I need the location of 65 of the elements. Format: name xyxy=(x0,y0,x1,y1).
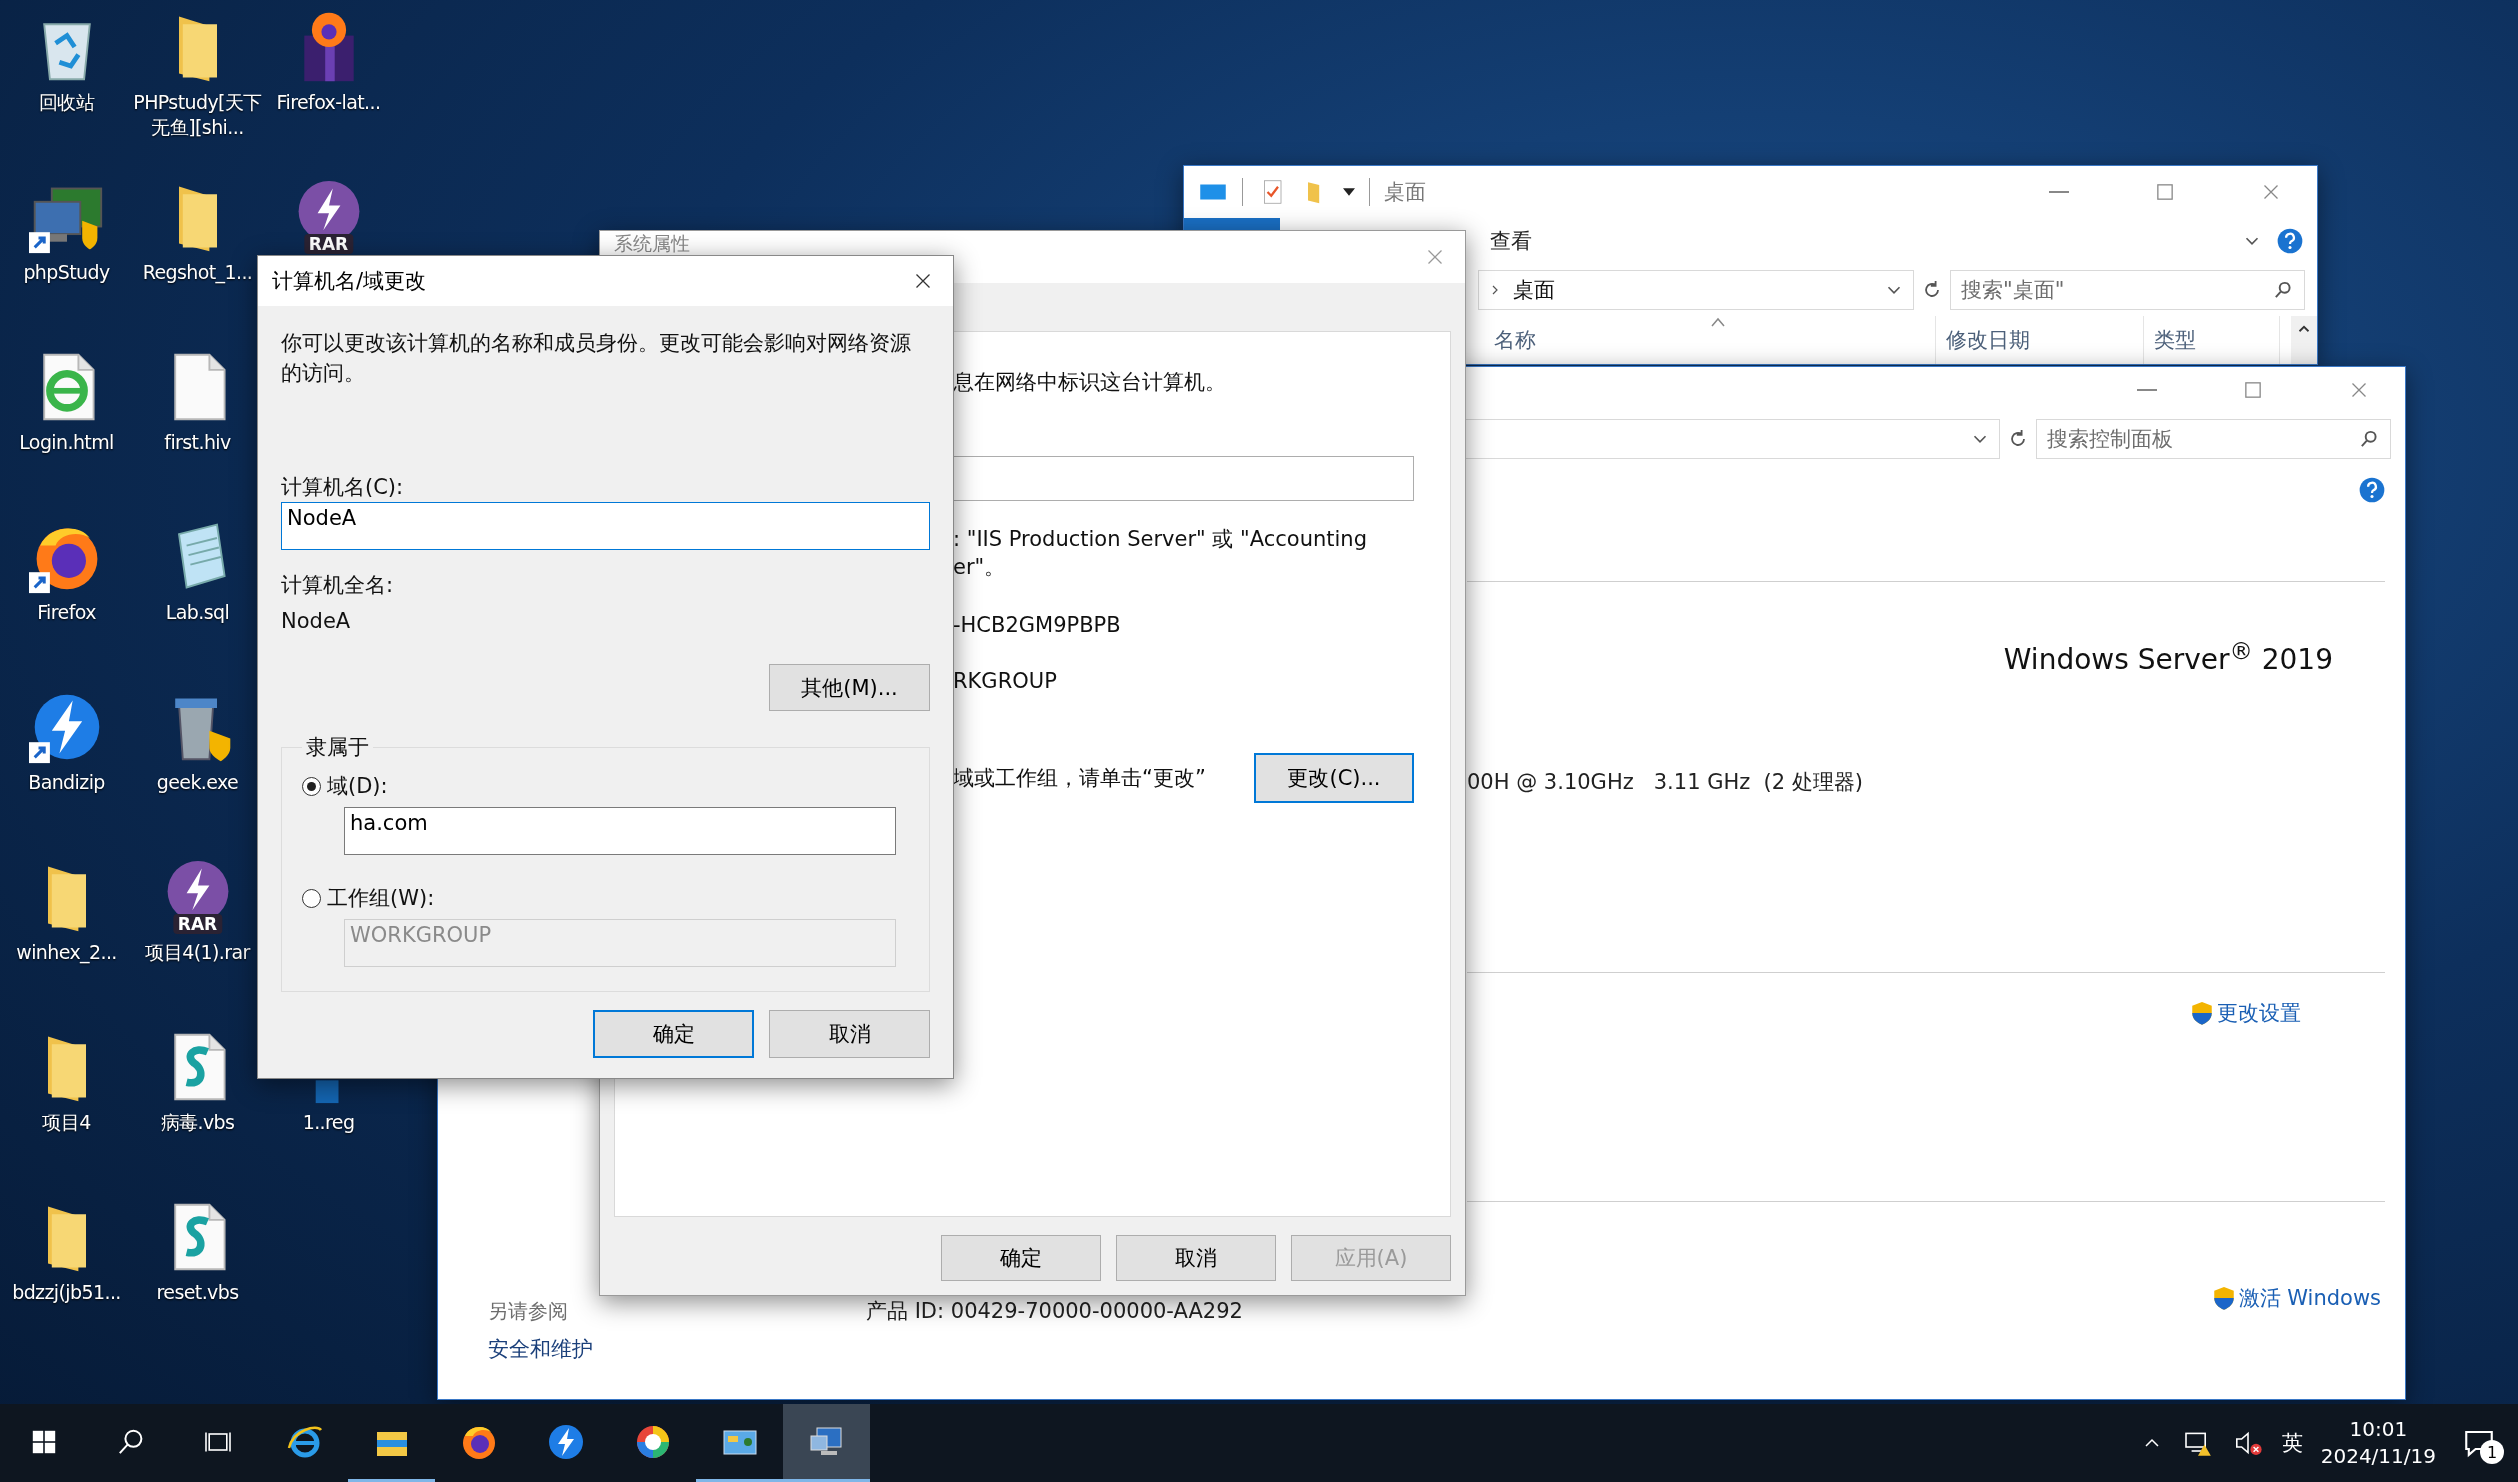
os-edition: Windows Server$^{®}$ 2019 xyxy=(2003,637,2333,677)
clock[interactable]: 10:01 2024/11/19 xyxy=(2320,1416,2436,1470)
group-label: 隶属于 xyxy=(305,734,370,761)
rar-label: RAR xyxy=(303,234,354,254)
activate-windows-link[interactable]: 激活 Windows xyxy=(2210,1284,2381,1312)
clock-time: 10:01 xyxy=(2349,1416,2408,1443)
notification-button[interactable]: 1 xyxy=(2454,1418,2504,1468)
address-bar[interactable]: 桌面 xyxy=(1478,270,1914,310)
field-label: 计算机名(C): xyxy=(281,474,405,501)
desktop-icon-label[interactable]: 病毒.vbs xyxy=(160,1110,235,1135)
input-method-indicator[interactable]: 英 xyxy=(2281,1429,2303,1457)
notification-count: 1 xyxy=(2480,1440,2504,1464)
radio-label[interactable]: 工作组(W): xyxy=(327,883,435,913)
dialog-button[interactable]: 确定 xyxy=(593,1010,754,1058)
computer-name-field[interactable]: NodeA xyxy=(281,502,930,550)
dialog-button[interactable]: 取消 xyxy=(1116,1235,1276,1281)
full-name-value: -HCB2GM9PBPB xyxy=(953,612,1122,639)
description-text: 你可以更改该计算机的名称和成员身份。更改可能会影响对网络资源的访问。 xyxy=(281,330,912,387)
column-header[interactable]: 类型 xyxy=(2144,316,2280,364)
desktop-icon-label[interactable]: reset.vbs xyxy=(156,1280,239,1305)
desktop-icon-label[interactable]: 1..reg xyxy=(302,1110,355,1135)
desktop-icon-label[interactable]: first.hiv xyxy=(164,430,231,455)
address-text: 桌面 xyxy=(1513,277,1555,304)
processor-info: 00H @ 3.10GHz 3.11 GHz (2 处理器) xyxy=(1467,769,1864,797)
search-field[interactable]: 搜索控制面板 xyxy=(2036,419,2391,459)
desktop-icon-label[interactable]: Lab.sql xyxy=(165,600,230,625)
radio-label[interactable]: 域(D): xyxy=(327,771,388,801)
desktop-icon-label[interactable]: Login.html xyxy=(19,430,114,455)
desktop-icon-label[interactable]: 项目4 xyxy=(42,1110,91,1135)
example-text: er"。 xyxy=(953,554,1007,581)
rar-label: RAR xyxy=(172,914,223,934)
desktop-icon-label[interactable]: Firefox xyxy=(37,600,96,625)
column-header[interactable]: 修改日期 xyxy=(1936,316,2144,364)
desktop-icon-label[interactable]: phpStudy xyxy=(23,260,110,285)
full-name-value: NodeA xyxy=(281,608,352,635)
column-header[interactable]: 名称 xyxy=(1484,316,1936,364)
workgroup-value: RKGROUP xyxy=(953,668,1058,695)
dialog-title: 计算机名/域更改 xyxy=(272,268,427,295)
dialog-button[interactable]: 取消 xyxy=(769,1010,930,1058)
desktop-icon-label[interactable]: geek.exe xyxy=(156,770,239,795)
membership-field[interactable]: ha.com xyxy=(344,807,896,855)
search-field[interactable]: 搜索"桌面" xyxy=(1950,270,2305,310)
description-text: 息在网络中标识这台计算机。 xyxy=(953,369,1227,396)
desktop-icon-label[interactable]: bdzzj(jb51... xyxy=(12,1280,121,1305)
ribbon-tab[interactable]: 查看 xyxy=(1470,227,1552,255)
change-hint: 域或工作组，请单击“更改” xyxy=(953,765,1206,792)
desktop-icon-label[interactable]: 回收站 xyxy=(38,90,95,115)
more-button[interactable]: 其他(M)... xyxy=(769,664,930,711)
clock-date: 2024/11/19 xyxy=(2320,1443,2436,1470)
dialog-button[interactable]: 确定 xyxy=(941,1235,1101,1281)
desktop-icon-label[interactable]: 项目4(1).rar xyxy=(145,940,250,965)
desktop-icon-label[interactable]: PHPstudy[天下无鱼][shi... xyxy=(132,90,263,140)
window-title: 桌面 xyxy=(1384,179,1426,206)
product-id: 产品 ID: 00429-70000-00000-AA292 xyxy=(866,1298,1243,1325)
desktop-icon-label[interactable]: Firefox-lat... xyxy=(276,90,381,115)
change-button[interactable]: 更改(C)... xyxy=(1254,753,1414,803)
see-also-link[interactable]: 安全和维护 xyxy=(488,1335,1467,1363)
example-text: : "IIS Production Server" 或 "Accounting xyxy=(953,526,1368,553)
change-settings-link[interactable]: 更改设置 xyxy=(2189,999,2301,1027)
see-also-heading: 另请参阅 xyxy=(488,1297,568,1325)
field-label: 计算机全名: xyxy=(281,572,395,599)
desktop-icon-label[interactable]: Regshot_1... xyxy=(142,260,253,285)
desktop-icon-label[interactable]: winhex_2... xyxy=(16,940,117,965)
window-title: 系统属性 xyxy=(614,231,690,256)
desktop-icon-label[interactable]: Bandizip xyxy=(28,770,105,795)
